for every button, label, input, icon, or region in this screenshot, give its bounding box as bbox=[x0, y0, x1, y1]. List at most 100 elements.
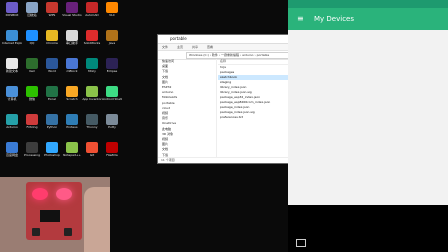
desktop-icon[interactable]: 计算机 bbox=[2, 86, 22, 101]
desktop-icon[interactable]: 串口助手 bbox=[62, 30, 82, 45]
desktop-icon-label: Photoshop bbox=[44, 153, 60, 157]
button-component bbox=[64, 228, 72, 236]
button-component bbox=[32, 228, 40, 236]
explorer-title: portable bbox=[170, 36, 187, 41]
desktop-icon-label: Mixly bbox=[88, 69, 96, 73]
screen-cast-icon[interactable] bbox=[296, 239, 306, 247]
app-icon bbox=[6, 142, 18, 153]
ribbon-tab-file[interactable]: 文件 bbox=[162, 45, 168, 49]
desktop-icon-label: AutoCAD bbox=[85, 13, 99, 17]
desktop-icon-label: mBlock bbox=[66, 69, 78, 73]
desktop-icon-label: Excel bbox=[48, 97, 56, 101]
app-icon bbox=[6, 30, 18, 41]
app-icon bbox=[66, 142, 78, 153]
desktop-icon[interactable]: Notepad++ bbox=[62, 142, 82, 157]
desktop-icon[interactable]: Word bbox=[42, 58, 62, 73]
app-icon bbox=[6, 2, 18, 13]
app-icon bbox=[106, 114, 118, 125]
desktop-icon[interactable]: Visual Studio bbox=[62, 2, 82, 17]
ribbon-tab-home[interactable]: 主页 bbox=[177, 45, 183, 49]
desktop-icon-label: Android Studio bbox=[102, 97, 122, 101]
app-icon bbox=[26, 2, 38, 13]
desktop-icon-label: Thonny bbox=[86, 125, 98, 129]
app-status-strip bbox=[288, 0, 448, 8]
ribbon-tab-view[interactable]: 查看 bbox=[207, 45, 213, 49]
desktop-icon[interactable]: FileZilla bbox=[102, 142, 122, 157]
desktop-icon[interactable]: App Inventor bbox=[82, 86, 102, 101]
led-light bbox=[32, 188, 48, 200]
app-icon bbox=[66, 30, 78, 41]
app-icon bbox=[26, 58, 38, 69]
app-icon bbox=[66, 114, 78, 125]
desktop-icon[interactable]: Thonny bbox=[82, 114, 102, 129]
desktop-icon-label: Java bbox=[108, 41, 116, 45]
app-icon bbox=[86, 86, 98, 97]
desktop-icon[interactable]: Photoshop bbox=[42, 142, 62, 157]
app-icon bbox=[86, 30, 98, 41]
screen: DOSBOX Internet Explorer 新建文本计算机 Arduino 百度网… bbox=[0, 0, 448, 252]
app-icon bbox=[66, 86, 78, 97]
desktop-icon-label: Python bbox=[46, 125, 58, 129]
desktop-icon[interactable]: WPS bbox=[42, 2, 62, 17]
desktop-icon-label: 计算机 bbox=[7, 97, 17, 101]
desktop-icon[interactable]: Android Studio bbox=[102, 86, 122, 101]
desktop-icon[interactable]: 微信 bbox=[22, 86, 42, 101]
desktop-icon[interactable]: mBlock bbox=[62, 58, 82, 73]
chip bbox=[40, 210, 60, 222]
desktop-icon[interactable]: Putty bbox=[102, 114, 122, 129]
desktop-icon[interactable]: Arduino bbox=[2, 114, 22, 129]
app-icon bbox=[46, 2, 58, 13]
app-icon bbox=[86, 2, 98, 13]
navigation-pane[interactable]: 快速访问 桌面 下载 文档 图片 ESP32 arduino MobileLife portab… bbox=[158, 59, 217, 157]
app-icon bbox=[46, 86, 58, 97]
desktop-icon[interactable]: AutoCAD bbox=[82, 2, 102, 17]
desktop-icon[interactable]: Fritzing bbox=[22, 114, 42, 129]
desktop-icon[interactable]: Processing bbox=[22, 142, 42, 157]
desktop-icon[interactable]: Mixly bbox=[82, 58, 102, 73]
app-icon bbox=[6, 114, 18, 125]
desktop-icon[interactable]: 回收站 bbox=[22, 2, 42, 17]
desktop-icon-label: Arduino bbox=[6, 125, 18, 129]
app-icon bbox=[86, 142, 98, 153]
desktop-icon-label: 百度网盘 bbox=[5, 153, 18, 157]
app-icon bbox=[26, 30, 38, 41]
desktop-icon[interactable]: Scratch bbox=[62, 86, 82, 101]
desktop-icon-label: Fritzing bbox=[26, 125, 38, 129]
desktop-icon[interactable]: Eclipse bbox=[102, 58, 122, 73]
desktop-icon[interactable]: Java bbox=[102, 30, 122, 45]
desktop-icon[interactable]: Internet Explorer bbox=[2, 30, 22, 45]
desktop-icon[interactable]: QQ bbox=[22, 30, 42, 45]
desktop-icon-label: 回收站 bbox=[27, 13, 37, 17]
ribbon-tab-share[interactable]: 共享 bbox=[192, 45, 198, 49]
menu-icon[interactable]: ≡ bbox=[297, 15, 304, 23]
app-icon bbox=[106, 2, 118, 13]
desktop-icon[interactable]: 百度网盘 bbox=[2, 142, 22, 157]
app-icon bbox=[106, 142, 118, 153]
desktop-icon-label: WPS bbox=[48, 13, 56, 17]
desktop-icon-label: Word bbox=[48, 69, 56, 73]
desktop-icon-label: Proteus bbox=[66, 125, 78, 129]
file-name: preferences.txt bbox=[220, 115, 243, 119]
desktop-icon[interactable]: SolidWorks bbox=[82, 30, 102, 45]
desktop-icon[interactable]: Keil bbox=[22, 58, 42, 73]
column-name[interactable]: 名称 bbox=[220, 59, 226, 63]
desktop-icon-label: Internet Explorer bbox=[2, 41, 22, 45]
app-icon bbox=[86, 114, 98, 125]
desktop-icon-label: Chrome bbox=[46, 41, 58, 45]
app-icon bbox=[46, 142, 58, 153]
desktop-icon[interactable]: DOSBOX bbox=[2, 2, 22, 17]
desktop-icon[interactable]: Python bbox=[42, 114, 62, 129]
desktop-icon[interactable]: Excel bbox=[42, 86, 62, 101]
desktop-icon[interactable]: VLC bbox=[102, 2, 122, 17]
desktop-icon[interactable]: 新建文本 bbox=[2, 58, 22, 73]
app-icon bbox=[6, 58, 18, 69]
app-toolbar: ≡ My Devices bbox=[288, 8, 448, 30]
desktop-icon-label: FileZilla bbox=[106, 153, 118, 157]
desktop-icon-label: Processing bbox=[23, 153, 41, 157]
my-devices-app: ≡ My Devices bbox=[288, 0, 448, 205]
app-title: My Devices bbox=[314, 15, 354, 23]
desktop-icon-label: Git bbox=[89, 153, 95, 157]
desktop-icon[interactable]: Git bbox=[82, 142, 102, 157]
desktop-icon[interactable]: Proteus bbox=[62, 114, 82, 129]
desktop-icon[interactable]: Chrome bbox=[42, 30, 62, 45]
